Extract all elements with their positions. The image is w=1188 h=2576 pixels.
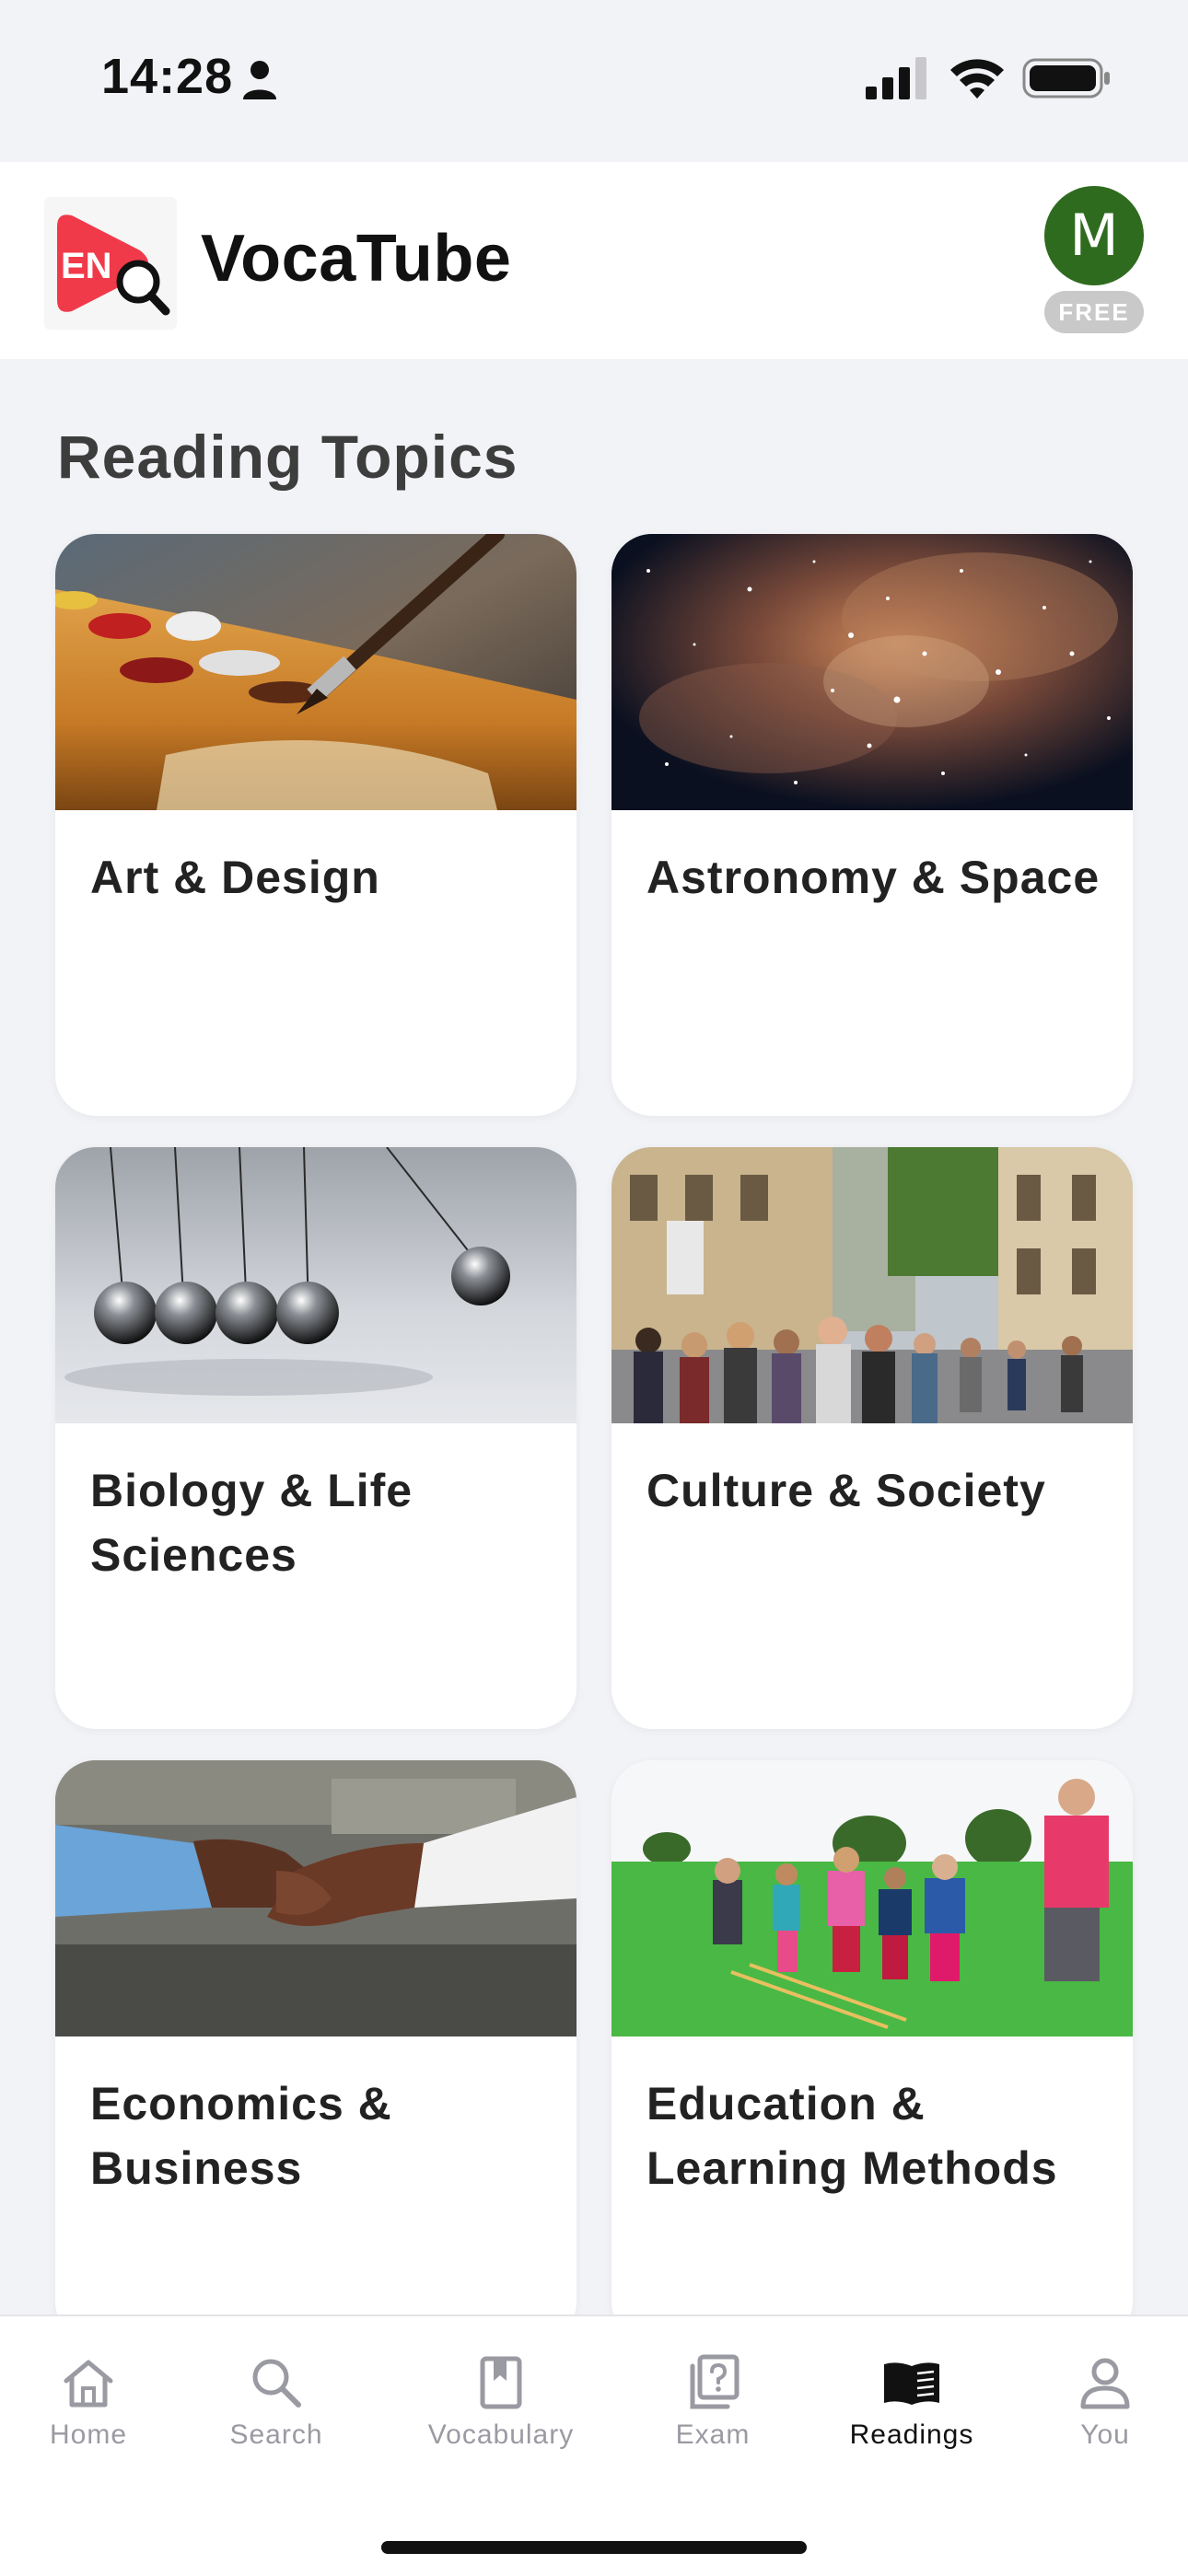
status-time: 14:28 bbox=[101, 49, 234, 104]
topic-card-economics-business[interactable]: Economics & Business bbox=[55, 1760, 577, 2342]
tab-home[interactable]: Home bbox=[18, 2316, 158, 2473]
topic-card-biology-life-sciences[interactable]: Biology & Life Sciences bbox=[55, 1147, 577, 1729]
tab-label: You bbox=[1080, 2419, 1130, 2450]
tab-label: Vocabulary bbox=[427, 2419, 575, 2450]
tab-label: Readings bbox=[849, 2419, 974, 2450]
section-title: Reading Topics bbox=[57, 423, 518, 491]
topic-label: Economics & Business bbox=[90, 2078, 392, 2194]
tab-search[interactable]: Search bbox=[206, 2316, 346, 2473]
handshake-image bbox=[55, 1760, 577, 2036]
tab-label: Home bbox=[49, 2419, 128, 2450]
newtons-cradle-image bbox=[55, 1147, 577, 1423]
tab-label: Search bbox=[229, 2419, 323, 2450]
crowded-street-image bbox=[611, 1147, 1133, 1423]
app-logo[interactable]: EN bbox=[44, 197, 177, 330]
logo-text: EN bbox=[61, 246, 112, 286]
home-indicator bbox=[381, 2541, 807, 2554]
topic-label: Education & Learning Methods bbox=[646, 2078, 1058, 2194]
topic-card-astronomy-space[interactable]: Astronomy & Space bbox=[611, 534, 1133, 1116]
plan-badge: FREE bbox=[1044, 291, 1144, 333]
topic-label: Culture & Society bbox=[646, 1465, 1046, 1516]
home-icon bbox=[64, 2360, 113, 2408]
wifi-icon bbox=[950, 59, 1004, 99]
tab-bar: Home Search Vocabulary Exam Readings You bbox=[0, 2315, 1188, 2576]
person-icon bbox=[243, 61, 276, 99]
battery-icon bbox=[1022, 58, 1110, 99]
topic-label: Astronomy & Space bbox=[646, 852, 1101, 903]
app-title: VocaTube bbox=[201, 222, 512, 296]
topic-label: Biology & Life Sciences bbox=[90, 1465, 413, 1581]
bookmark-book-icon bbox=[480, 2356, 522, 2409]
search-icon bbox=[252, 2359, 301, 2408]
paintbrush-palette-image bbox=[55, 534, 577, 810]
topic-card-art-design[interactable]: Art & Design bbox=[55, 534, 577, 1116]
children-playing-field-image bbox=[611, 1760, 1133, 2036]
tab-you[interactable]: You bbox=[1041, 2316, 1170, 2473]
open-book-icon bbox=[884, 2362, 939, 2405]
topic-card-education-learning[interactable]: Education & Learning Methods bbox=[611, 1760, 1133, 2342]
question-cards-icon bbox=[690, 2354, 740, 2409]
tab-vocabulary[interactable]: Vocabulary bbox=[411, 2316, 591, 2473]
nebula-starfield-image bbox=[611, 534, 1133, 810]
topic-label: Art & Design bbox=[90, 852, 380, 903]
cellular-signal-icon bbox=[866, 57, 926, 99]
person-icon bbox=[1080, 2358, 1130, 2409]
tab-label: Exam bbox=[675, 2419, 751, 2450]
tab-exam[interactable]: Exam bbox=[643, 2316, 783, 2473]
tab-readings[interactable]: Readings bbox=[829, 2316, 995, 2473]
app-header: EN VocaTube M FREE bbox=[0, 162, 1188, 359]
logo-play-search-icon: EN bbox=[57, 215, 170, 316]
status-bar: 14:28 bbox=[0, 0, 1188, 162]
topic-card-culture-society[interactable]: Culture & Society bbox=[611, 1147, 1133, 1729]
avatar[interactable]: M bbox=[1044, 186, 1144, 285]
